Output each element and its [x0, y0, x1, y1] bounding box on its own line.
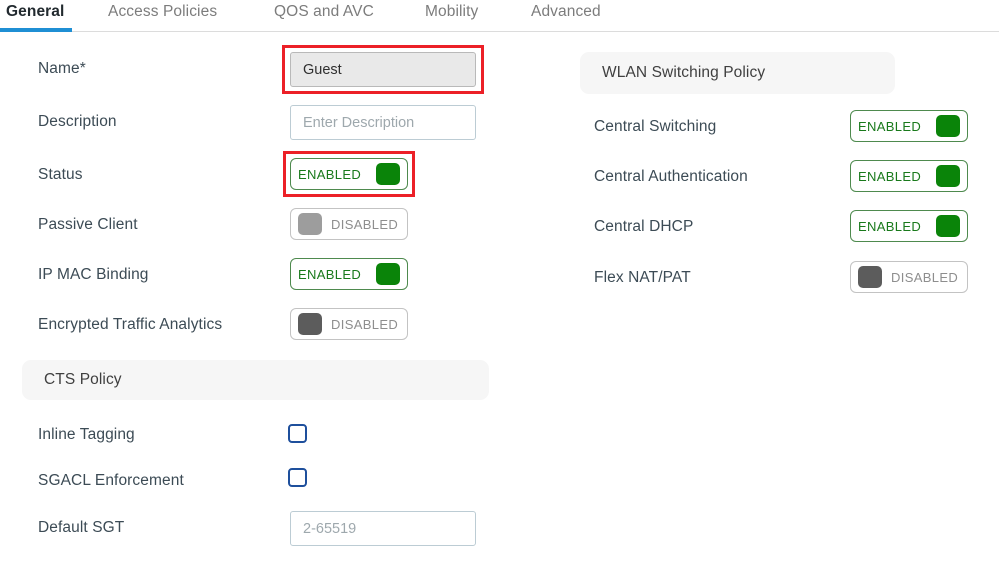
label-central-dhcp: Central DHCP	[594, 218, 694, 235]
central-authentication-toggle[interactable]: ENABLED	[850, 160, 968, 192]
toggle-knob-icon	[936, 115, 960, 137]
toggle-knob-icon	[376, 263, 400, 285]
passive-client-toggle-label: DISABLED	[331, 216, 399, 232]
label-description: Description	[38, 113, 117, 130]
name-input[interactable]	[290, 52, 476, 87]
tab-bar: General Access Policies QOS and AVC Mobi…	[0, 0, 999, 32]
description-input[interactable]	[290, 105, 476, 140]
toggle-knob-icon	[376, 163, 400, 185]
label-sgacl-enforcement: SGACL Enforcement	[38, 472, 184, 489]
encrypted-traffic-analytics-toggle[interactable]: DISABLED	[290, 308, 408, 340]
toggle-knob-icon	[936, 165, 960, 187]
cts-policy-title: CTS Policy	[44, 371, 122, 388]
active-tab-indicator	[0, 28, 72, 32]
row-status: Status	[38, 158, 478, 192]
central-dhcp-toggle[interactable]: ENABLED	[850, 210, 968, 242]
tab-general[interactable]: General	[6, 3, 64, 21]
row-ip-mac-binding: IP MAC Binding	[38, 258, 478, 292]
cts-policy-header: CTS Policy	[22, 360, 489, 400]
tab-qos-and-avc[interactable]: QOS and AVC	[274, 3, 374, 21]
inline-tagging-checkbox[interactable]	[288, 424, 307, 443]
row-encrypted-traffic-analytics: Encrypted Traffic Analytics	[38, 308, 478, 342]
flex-nat-pat-toggle-label: DISABLED	[891, 269, 959, 285]
label-inline-tagging: Inline Tagging	[38, 426, 135, 443]
passive-client-toggle[interactable]: DISABLED	[290, 208, 408, 240]
central-switching-toggle[interactable]: ENABLED	[850, 110, 968, 142]
label-name: Name*	[38, 60, 86, 77]
toggle-knob-icon	[298, 213, 322, 235]
row-inline-tagging: Inline Tagging	[38, 418, 478, 452]
wlan-switching-policy-title: WLAN Switching Policy	[602, 64, 766, 81]
label-ip-mac-binding: IP MAC Binding	[38, 266, 149, 283]
central-authentication-toggle-label: ENABLED	[858, 168, 922, 184]
label-default-sgt: Default SGT	[38, 519, 125, 536]
ip-mac-binding-toggle-label: ENABLED	[298, 266, 362, 282]
toggle-knob-icon	[936, 215, 960, 237]
label-central-switching: Central Switching	[594, 118, 717, 135]
central-switching-toggle-label: ENABLED	[858, 118, 922, 134]
flex-nat-pat-toggle[interactable]: DISABLED	[850, 261, 968, 293]
tab-advanced[interactable]: Advanced	[531, 3, 601, 21]
label-flex-nat-pat: Flex NAT/PAT	[594, 269, 691, 286]
status-toggle-label: ENABLED	[298, 166, 362, 182]
label-central-authentication: Central Authentication	[594, 168, 748, 185]
row-passive-client: Passive Client	[38, 208, 478, 242]
central-dhcp-toggle-label: ENABLED	[858, 218, 922, 234]
status-toggle[interactable]: ENABLED	[290, 158, 408, 190]
tab-mobility[interactable]: Mobility	[425, 3, 478, 21]
label-passive-client: Passive Client	[38, 216, 138, 233]
wlan-switching-policy-header: WLAN Switching Policy	[580, 52, 895, 94]
tab-access-policies[interactable]: Access Policies	[108, 3, 217, 21]
toggle-knob-icon	[298, 313, 322, 335]
default-sgt-input[interactable]	[290, 511, 476, 546]
label-encrypted-traffic-analytics: Encrypted Traffic Analytics	[38, 316, 223, 333]
ip-mac-binding-toggle[interactable]: ENABLED	[290, 258, 408, 290]
encrypted-traffic-analytics-toggle-label: DISABLED	[331, 316, 399, 332]
toggle-knob-icon	[858, 266, 882, 288]
row-sgacl-enforcement: SGACL Enforcement	[38, 464, 478, 498]
label-status: Status	[38, 166, 83, 183]
sgacl-enforcement-checkbox[interactable]	[288, 468, 307, 487]
